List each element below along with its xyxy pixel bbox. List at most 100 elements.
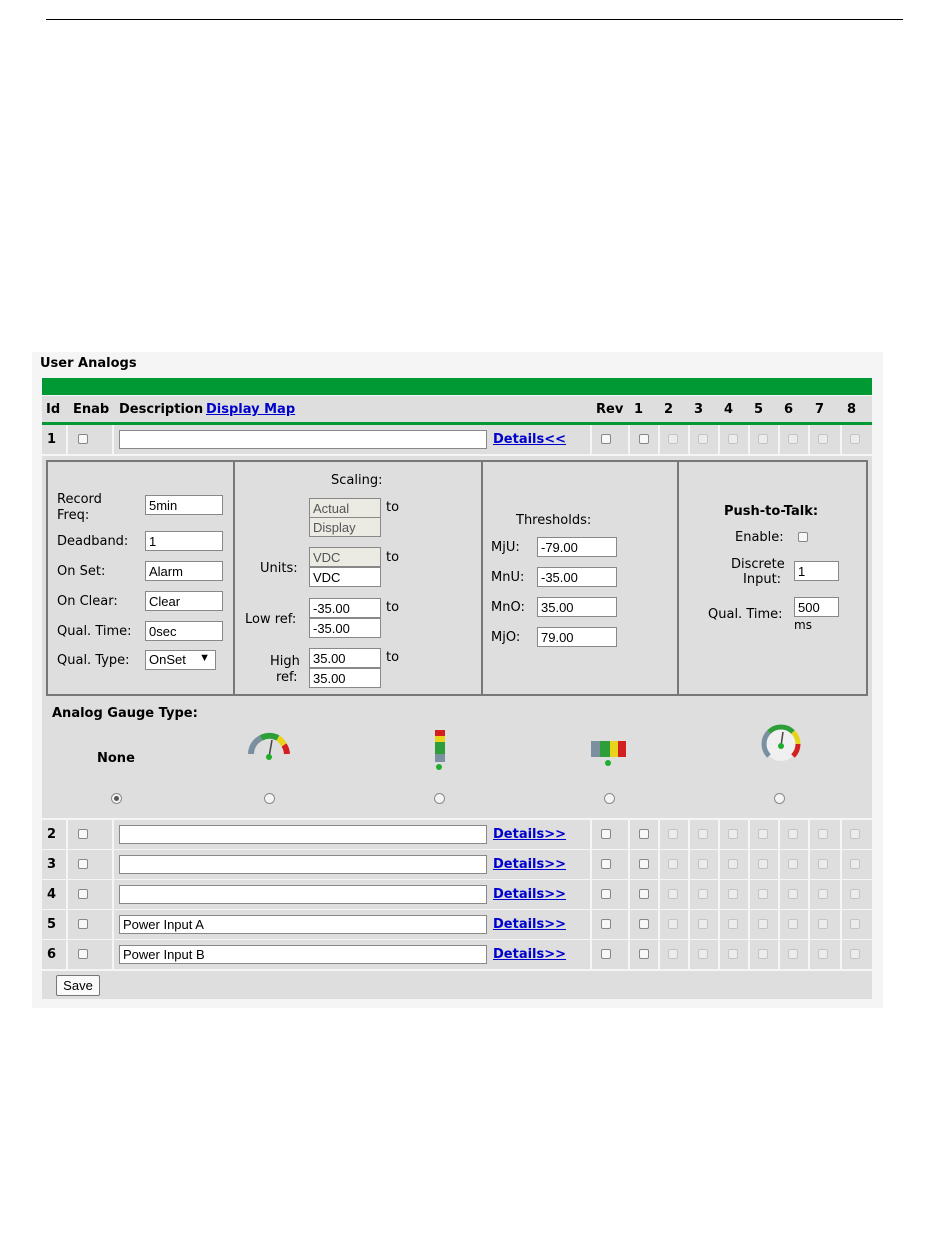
description-input[interactable] (119, 885, 487, 904)
col-8-checkbox[interactable] (850, 434, 860, 444)
col-4-checkbox[interactable] (728, 949, 738, 959)
col-5-checkbox[interactable] (758, 829, 768, 839)
qual-time-input[interactable] (145, 621, 223, 641)
save-button[interactable]: Save (56, 975, 100, 996)
enable-checkbox[interactable] (78, 889, 88, 899)
gauge-round-radio[interactable] (774, 793, 785, 804)
details-toggle-link[interactable]: Details>> (493, 857, 566, 872)
details-toggle-link[interactable]: Details>> (493, 827, 566, 842)
col-7-checkbox[interactable] (818, 919, 828, 929)
col-6-checkbox[interactable] (788, 829, 798, 839)
description-input[interactable] (119, 915, 487, 934)
col-6-checkbox[interactable] (788, 949, 798, 959)
col-1-checkbox[interactable] (639, 859, 649, 869)
enable-checkbox[interactable] (78, 434, 88, 444)
units-display-input[interactable] (309, 567, 381, 587)
col-2-checkbox[interactable] (668, 919, 678, 929)
col-4-checkbox[interactable] (728, 829, 738, 839)
col-8-checkbox[interactable] (850, 919, 860, 929)
high-ref-actual-input[interactable] (309, 648, 381, 668)
col-2-checkbox[interactable] (668, 949, 678, 959)
col-4-checkbox[interactable] (728, 919, 738, 929)
col-1-checkbox[interactable] (639, 889, 649, 899)
col-4-checkbox[interactable] (728, 889, 738, 899)
qual-type-select[interactable]: OnSet ▼ (145, 650, 216, 670)
col-7-checkbox[interactable] (818, 829, 828, 839)
display-map-link[interactable]: Display Map (206, 402, 295, 417)
col-1-checkbox[interactable] (639, 919, 649, 929)
gauge-vertical-bar-radio[interactable] (434, 793, 445, 804)
col-3-checkbox[interactable] (698, 829, 708, 839)
col-1-checkbox[interactable] (639, 434, 649, 444)
deadband-input[interactable] (145, 531, 223, 551)
rev-checkbox[interactable] (601, 889, 611, 899)
col-3-checkbox[interactable] (698, 434, 708, 444)
high-ref-display-input[interactable] (309, 668, 381, 688)
col-1-checkbox[interactable] (639, 829, 649, 839)
low-ref-actual-input[interactable] (309, 598, 381, 618)
record-freq-input[interactable] (145, 495, 223, 515)
rev-checkbox[interactable] (601, 859, 611, 869)
description-input[interactable] (119, 430, 487, 449)
rev-checkbox[interactable] (601, 829, 611, 839)
gauge-semicircle-radio[interactable] (264, 793, 275, 804)
col-2-checkbox[interactable] (668, 859, 678, 869)
col-8-checkbox[interactable] (850, 859, 860, 869)
thresholds-box: Thresholds: MjU: MnU: MnO: MjO: (481, 460, 679, 696)
on-set-input[interactable] (145, 561, 223, 581)
details-toggle-link[interactable]: Details>> (493, 947, 566, 962)
rev-checkbox[interactable] (601, 434, 611, 444)
discrete-input-field[interactable] (794, 561, 839, 581)
col-6-checkbox[interactable] (788, 919, 798, 929)
rev-checkbox[interactable] (601, 949, 611, 959)
details-toggle-link[interactable]: Details<< (493, 432, 566, 447)
col-7-checkbox[interactable] (818, 949, 828, 959)
col-7-checkbox[interactable] (818, 434, 828, 444)
col-5-checkbox[interactable] (758, 949, 768, 959)
mnu-input[interactable] (537, 567, 617, 587)
col-4-checkbox[interactable] (728, 434, 738, 444)
col-8-checkbox[interactable] (850, 949, 860, 959)
description-input[interactable] (119, 825, 487, 844)
details-toggle-link[interactable]: Details>> (493, 887, 566, 902)
mjo-input[interactable] (537, 627, 617, 647)
col-4-checkbox[interactable] (728, 859, 738, 869)
col-3-checkbox[interactable] (698, 889, 708, 899)
col-6-checkbox[interactable] (788, 434, 798, 444)
col-6-checkbox[interactable] (788, 889, 798, 899)
col-5-checkbox[interactable] (758, 889, 768, 899)
enable-checkbox[interactable] (78, 919, 88, 929)
col-5-checkbox[interactable] (758, 859, 768, 869)
col-3-checkbox[interactable] (698, 919, 708, 929)
details-toggle-link[interactable]: Details>> (493, 917, 566, 932)
col-7-checkbox[interactable] (818, 889, 828, 899)
ptt-enable-checkbox[interactable] (798, 532, 808, 542)
description-input[interactable] (119, 855, 487, 874)
ptt-qual-time-input[interactable] (794, 597, 839, 617)
on-clear-input[interactable] (145, 591, 223, 611)
col-2-checkbox[interactable] (668, 889, 678, 899)
col-2-checkbox[interactable] (668, 434, 678, 444)
mno-input[interactable] (537, 597, 617, 617)
mju-input[interactable] (537, 537, 617, 557)
gauge-horizontal-bar-radio[interactable] (604, 793, 615, 804)
col-5-checkbox[interactable] (758, 434, 768, 444)
header-accent-bar (42, 378, 872, 395)
low-ref-display-input[interactable] (309, 618, 381, 638)
col-8-checkbox[interactable] (850, 889, 860, 899)
enable-checkbox[interactable] (78, 829, 88, 839)
col-1-checkbox[interactable] (639, 949, 649, 959)
col-6-checkbox[interactable] (788, 859, 798, 869)
col-3-checkbox[interactable] (698, 949, 708, 959)
col-5-checkbox[interactable] (758, 919, 768, 929)
enable-checkbox[interactable] (78, 949, 88, 959)
round-gauge-icon (761, 724, 801, 761)
col-3-checkbox[interactable] (698, 859, 708, 869)
gauge-none-radio[interactable] (111, 793, 122, 804)
col-7-checkbox[interactable] (818, 859, 828, 869)
col-2-checkbox[interactable] (668, 829, 678, 839)
col-8-checkbox[interactable] (850, 829, 860, 839)
rev-checkbox[interactable] (601, 919, 611, 929)
enable-checkbox[interactable] (78, 859, 88, 869)
description-input[interactable] (119, 945, 487, 964)
